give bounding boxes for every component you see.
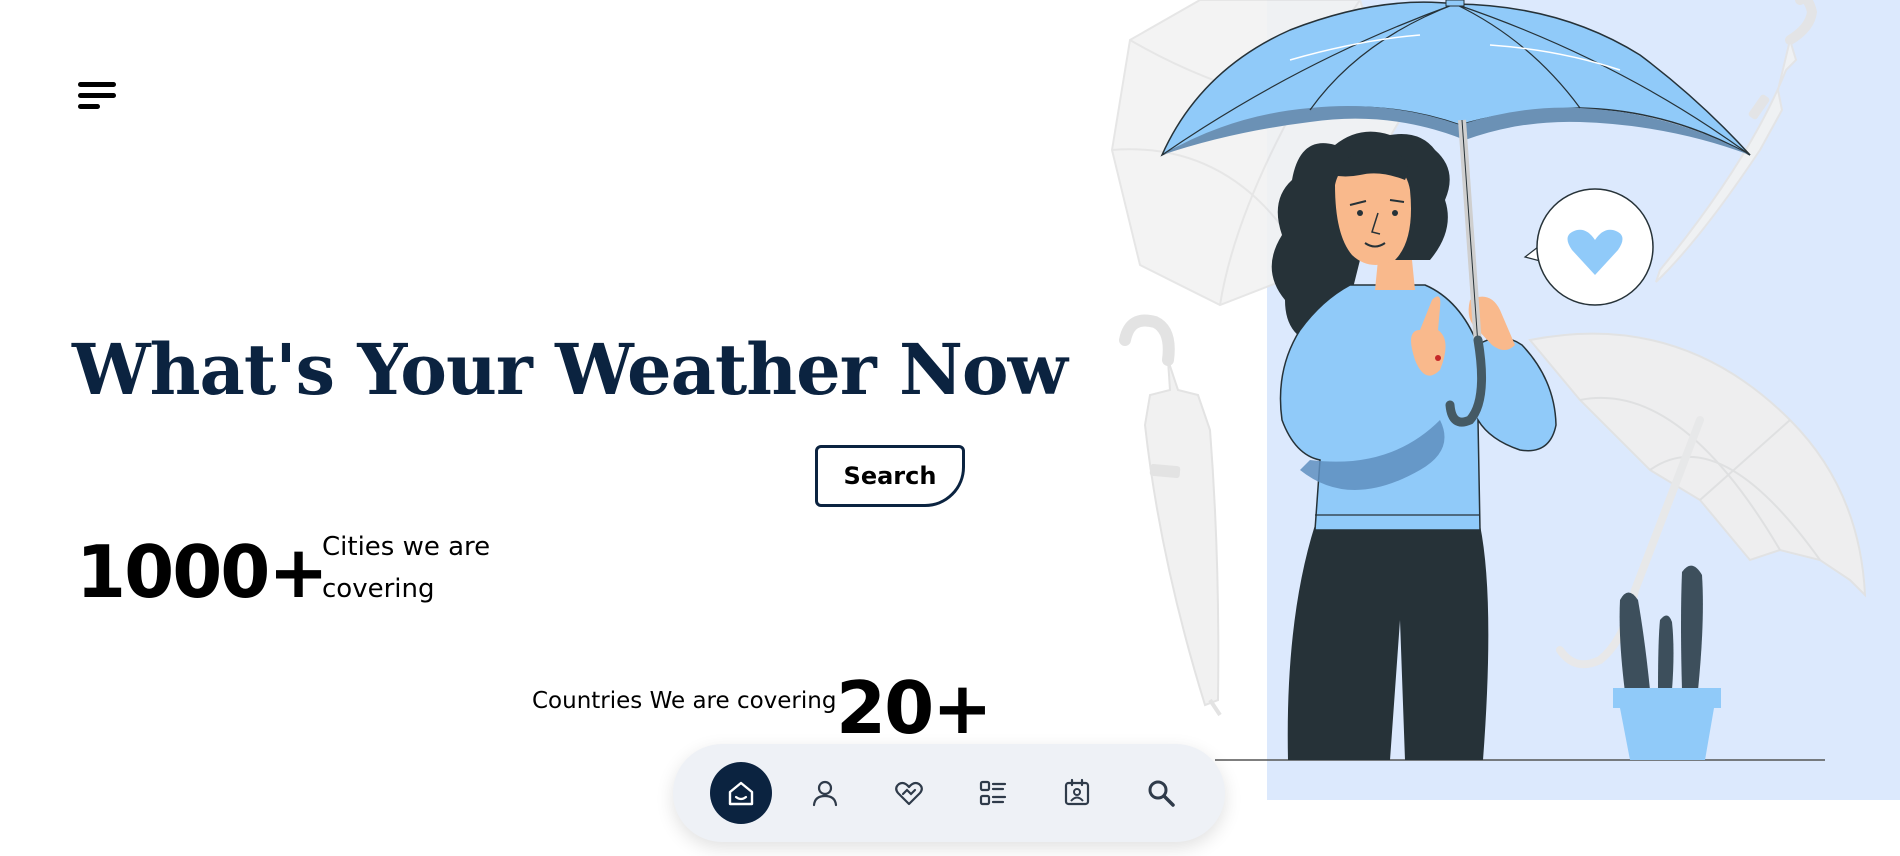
- menu-button[interactable]: [78, 80, 118, 114]
- nav-profile[interactable]: [794, 762, 856, 824]
- search-button[interactable]: Search: [815, 445, 965, 507]
- menu-line-bottom: [78, 104, 100, 109]
- search-icon: [1148, 780, 1175, 807]
- profile-icon: [812, 780, 838, 807]
- nav-favorites[interactable]: [878, 762, 940, 824]
- countries-label: Countries We are covering: [532, 688, 837, 714]
- favorites-icon: [895, 781, 923, 806]
- list-icon: [979, 780, 1007, 806]
- woman-with-umbrella-illustration: [1110, 0, 1900, 800]
- nav-home[interactable]: [710, 762, 772, 824]
- cities-count: 1000+: [76, 530, 329, 614]
- menu-line-middle: [78, 93, 116, 98]
- countries-count: 20+: [836, 666, 993, 750]
- nav-calendar[interactable]: [1046, 762, 1108, 824]
- home-icon: [728, 781, 754, 806]
- menu-line-top: [78, 82, 116, 87]
- nav-list[interactable]: [962, 762, 1024, 824]
- closed-umbrella-left: [1119, 314, 1222, 717]
- hero-title: What's Your Weather Now: [72, 328, 1068, 411]
- bottom-navigation-bar: [673, 744, 1225, 842]
- cities-label: Cities we are covering: [322, 532, 491, 604]
- calendar-icon: [1064, 778, 1090, 806]
- nav-search[interactable]: [1130, 762, 1192, 824]
